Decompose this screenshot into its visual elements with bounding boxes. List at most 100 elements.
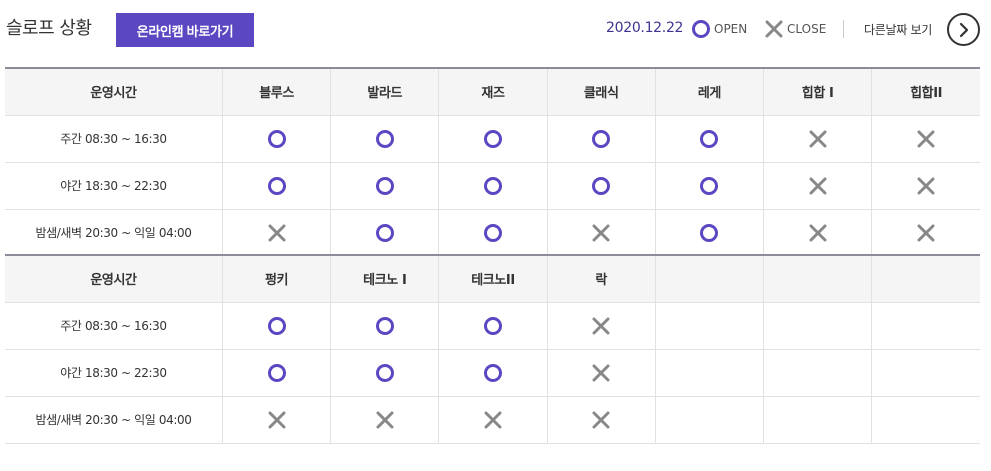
status-cell bbox=[438, 115, 548, 163]
status-cell bbox=[871, 209, 980, 257]
open-circle-icon bbox=[375, 176, 394, 195]
close-x-icon bbox=[809, 224, 827, 242]
open-circle-icon bbox=[267, 176, 286, 195]
empty-cell bbox=[871, 302, 980, 350]
slope-name: 재즈 bbox=[438, 68, 548, 116]
slope-status-header: 슬로프 상황 온라인캠 바로가기 2020.12.22 OPEN CLOSE 다… bbox=[0, 0, 991, 64]
close-x-icon bbox=[917, 177, 935, 195]
status-cell bbox=[546, 162, 656, 210]
status-cell bbox=[438, 302, 548, 350]
status-cell bbox=[654, 209, 764, 257]
time-cell: 야간 18:30 ~ 22:30 bbox=[5, 162, 223, 210]
status-cell bbox=[330, 349, 439, 397]
status-cell bbox=[330, 115, 439, 163]
close-x-icon bbox=[592, 317, 610, 335]
open-circle-icon bbox=[267, 363, 286, 382]
time-cell: 밤샘/새벽 20:30 ~ 익일 04:00 bbox=[5, 396, 223, 444]
open-circle-icon bbox=[483, 363, 502, 382]
status-cell bbox=[330, 209, 439, 257]
open-circle-icon bbox=[375, 316, 394, 335]
empty-cell bbox=[763, 396, 872, 444]
open-circle-icon bbox=[700, 176, 719, 195]
slope-name: 블루스 bbox=[221, 68, 331, 116]
time-cell: 주간 08:30 ~ 16:30 bbox=[5, 115, 223, 163]
slope-name: 레게 bbox=[654, 68, 764, 116]
status-cell bbox=[763, 162, 872, 210]
slope-name: 락 bbox=[546, 255, 656, 303]
table-row: 주간 08:30 ~ 16:30 bbox=[5, 302, 980, 350]
slope-name: 테크노II bbox=[438, 255, 548, 303]
close-x-icon bbox=[809, 177, 827, 195]
empty-cell bbox=[871, 396, 980, 444]
status-cell bbox=[221, 302, 331, 350]
open-circle-icon bbox=[483, 129, 502, 148]
open-circle-icon bbox=[700, 129, 719, 148]
close-x-icon bbox=[917, 224, 935, 242]
legend-close-label: CLOSE bbox=[787, 22, 827, 36]
open-circle-icon bbox=[592, 176, 611, 195]
status-cell bbox=[221, 209, 331, 257]
status-cell bbox=[871, 115, 980, 163]
close-x-icon bbox=[592, 411, 610, 429]
status-cell bbox=[546, 349, 656, 397]
status-cell bbox=[438, 162, 548, 210]
time-header: 운영시간 bbox=[5, 255, 223, 303]
other-date-link[interactable]: 다른날짜 보기 bbox=[864, 21, 932, 38]
empty-cell bbox=[871, 349, 980, 397]
open-circle-icon bbox=[375, 363, 394, 382]
table-row: 밤샘/새벽 20:30 ~ 익일 04:00 bbox=[5, 396, 980, 444]
empty-header-cell bbox=[871, 255, 980, 303]
empty-cell bbox=[763, 349, 872, 397]
slope-name: 힙합II bbox=[871, 68, 980, 116]
time-cell: 밤샘/새벽 20:30 ~ 익일 04:00 bbox=[5, 209, 223, 257]
page-title: 슬로프 상황 bbox=[6, 18, 92, 39]
empty-cell bbox=[654, 349, 764, 397]
open-circle-icon bbox=[483, 223, 502, 242]
close-x-icon bbox=[592, 364, 610, 382]
header-divider bbox=[843, 20, 844, 38]
close-x-icon bbox=[376, 411, 394, 429]
time-cell: 야간 18:30 ~ 22:30 bbox=[5, 349, 223, 397]
empty-header-cell bbox=[763, 255, 872, 303]
table-row: 야간 18:30 ~ 22:30 bbox=[5, 349, 980, 397]
open-circle-icon bbox=[267, 316, 286, 335]
status-cell bbox=[438, 396, 548, 444]
table-row: 주간 08:30 ~ 16:30 bbox=[5, 115, 980, 163]
legend-open-label: OPEN bbox=[714, 22, 748, 36]
table-row: 야간 18:30 ~ 22:30 bbox=[5, 162, 980, 210]
table-header-row: 운영시간 블루스 발라드 재즈 클래식 레게 힙합 I 힙합II bbox=[5, 68, 980, 116]
empty-cell bbox=[654, 396, 764, 444]
status-cell bbox=[546, 302, 656, 350]
slope-status-table-1: 운영시간 블루스 발라드 재즈 클래식 레게 힙합 I 힙합II 주간 08:3… bbox=[5, 67, 980, 257]
status-cell bbox=[871, 162, 980, 210]
empty-cell bbox=[654, 302, 764, 350]
slope-name: 테크노 I bbox=[330, 255, 439, 303]
table-row: 밤샘/새벽 20:30 ~ 익일 04:00 bbox=[5, 209, 980, 257]
time-cell: 주간 08:30 ~ 16:30 bbox=[5, 302, 223, 350]
close-x-icon bbox=[809, 130, 827, 148]
status-cell bbox=[438, 209, 548, 257]
online-cam-button[interactable]: 온라인캠 바로가기 bbox=[116, 13, 254, 47]
open-circle-icon bbox=[483, 316, 502, 335]
status-cell bbox=[763, 209, 872, 257]
open-circle-icon bbox=[483, 176, 502, 195]
chevron-right-icon bbox=[959, 22, 968, 37]
status-cell bbox=[221, 396, 331, 444]
open-circle-icon bbox=[592, 129, 611, 148]
status-cell bbox=[546, 115, 656, 163]
status-cell bbox=[330, 396, 439, 444]
close-x-icon bbox=[484, 411, 502, 429]
time-header: 운영시간 bbox=[5, 68, 223, 116]
status-cell bbox=[654, 115, 764, 163]
status-cell bbox=[763, 115, 872, 163]
next-date-button[interactable] bbox=[947, 13, 980, 46]
close-x-icon bbox=[592, 224, 610, 242]
current-date: 2020.12.22 bbox=[606, 20, 684, 36]
slope-status-table-2: 운영시간 펑키 테크노 I 테크노II 락 주간 08:30 ~ 16:30 야… bbox=[5, 254, 980, 444]
status-cell bbox=[438, 349, 548, 397]
empty-cell bbox=[763, 302, 872, 350]
status-cell bbox=[546, 209, 656, 257]
slope-name: 펑키 bbox=[221, 255, 331, 303]
slope-name: 발라드 bbox=[330, 68, 439, 116]
open-circle-icon bbox=[700, 223, 719, 242]
